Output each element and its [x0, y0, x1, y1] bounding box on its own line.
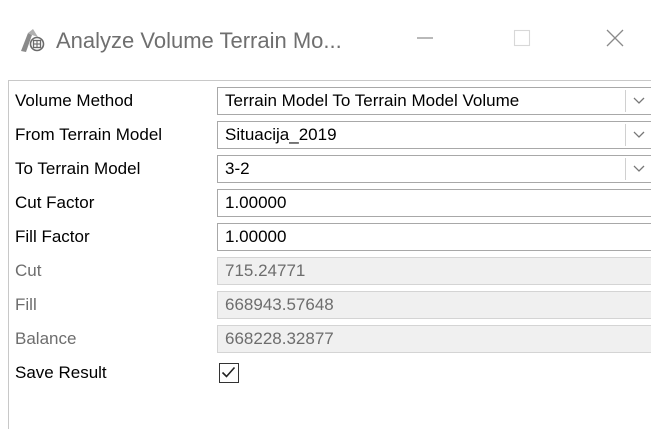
to-terrain-model-row: To Terrain Model 3-2	[9, 152, 651, 186]
fill-row: Fill 668943.57648	[9, 288, 651, 322]
volume-method-label: Volume Method	[15, 91, 134, 110]
chevron-down-icon[interactable]	[625, 90, 651, 112]
balance-readonly-field: 668228.32877	[217, 325, 651, 353]
title-bar: Analyze Volume Terrain Mo...	[0, 0, 651, 74]
maximize-button[interactable]	[497, 20, 547, 60]
chevron-down-icon[interactable]	[625, 158, 651, 180]
from-terrain-model-row: From Terrain Model Situacija_2019	[9, 118, 651, 152]
save-result-checkbox[interactable]	[219, 363, 239, 383]
fill-factor-value: 1.00000	[225, 227, 287, 246]
maximize-icon	[513, 29, 531, 52]
from-terrain-model-label: From Terrain Model	[15, 125, 163, 144]
minimize-button[interactable]	[400, 20, 450, 60]
close-icon	[605, 28, 625, 53]
cut-factor-input[interactable]: 1.00000	[217, 189, 651, 217]
close-button[interactable]	[590, 20, 640, 60]
cut-factor-row: Cut Factor 1.00000	[9, 186, 651, 220]
chevron-down-icon[interactable]	[625, 124, 651, 146]
fill-factor-row: Fill Factor 1.00000	[9, 220, 651, 254]
cut-label: Cut	[15, 261, 42, 280]
to-terrain-model-dropdown[interactable]: 3-2	[217, 155, 651, 183]
fill-value: 668943.57648	[225, 295, 334, 314]
fill-label: Fill	[15, 295, 37, 314]
checkmark-icon	[220, 366, 237, 385]
fill-factor-input[interactable]: 1.00000	[217, 223, 651, 251]
fill-readonly-field: 668943.57648	[217, 291, 651, 319]
balance-value: 668228.32877	[225, 329, 334, 348]
to-terrain-model-label: To Terrain Model	[15, 159, 141, 178]
minimize-icon	[416, 29, 434, 52]
fill-factor-label: Fill Factor	[15, 227, 90, 246]
cut-row: Cut 715.24771	[9, 254, 651, 288]
balance-row: Balance 668228.32877	[9, 322, 651, 356]
save-result-row: Save Result	[9, 356, 651, 390]
volume-properties-grid: Volume Method Terrain Model To Terrain M…	[8, 80, 651, 429]
cut-factor-label: Cut Factor	[15, 193, 95, 212]
balance-label: Balance	[15, 329, 77, 348]
volume-method-dropdown[interactable]: Terrain Model To Terrain Model Volume	[217, 87, 651, 115]
to-terrain-model-value: 3-2	[225, 159, 250, 178]
cut-readonly-field: 715.24771	[217, 257, 651, 285]
volume-method-value: Terrain Model To Terrain Model Volume	[225, 91, 520, 110]
window-title: Analyze Volume Terrain Mo...	[56, 28, 342, 53]
analyze-volume-terrain-icon	[18, 27, 48, 55]
save-result-label: Save Result	[15, 363, 107, 382]
cut-factor-value: 1.00000	[225, 193, 287, 212]
from-terrain-model-dropdown[interactable]: Situacija_2019	[217, 121, 651, 149]
from-terrain-model-value: Situacija_2019	[225, 125, 337, 144]
volume-method-row: Volume Method Terrain Model To Terrain M…	[9, 84, 651, 118]
cut-value: 715.24771	[225, 261, 306, 280]
